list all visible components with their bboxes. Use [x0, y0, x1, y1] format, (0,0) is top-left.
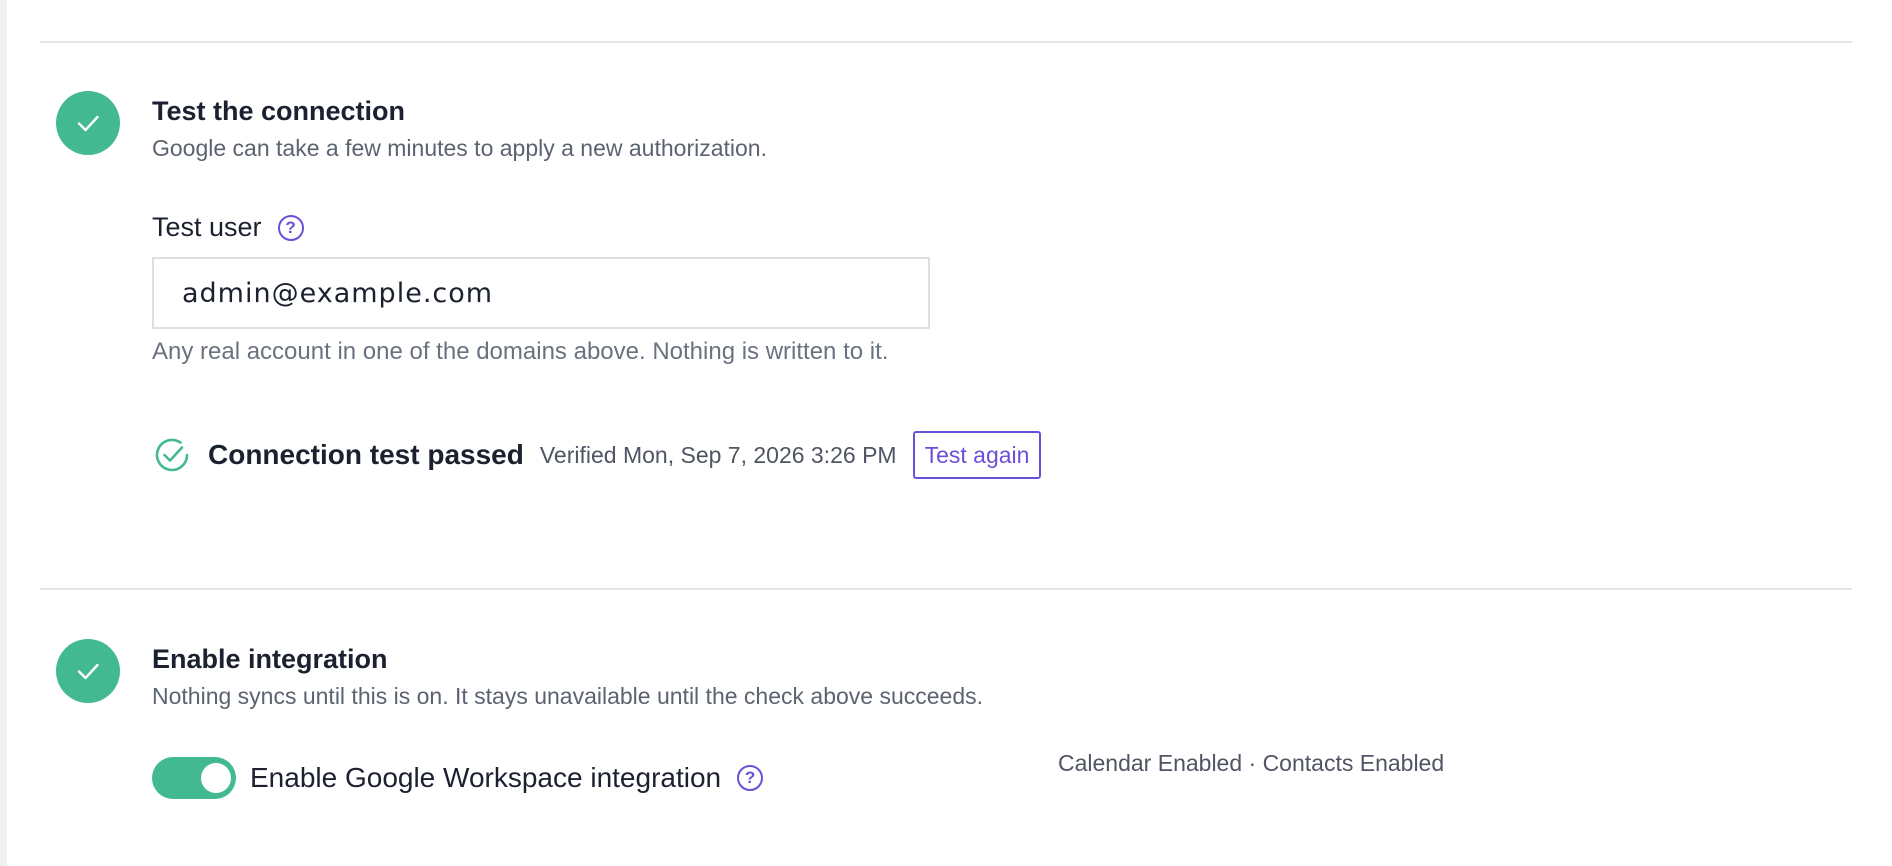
toggle-label: Enable Google Workspace integration: [250, 762, 722, 793]
test-user-hint: Any real account in one of the domains a…: [152, 338, 889, 365]
field-label-text: Test user: [152, 212, 262, 242]
section-divider: [40, 588, 1852, 590]
test-user-label: Test user ?: [152, 212, 304, 243]
section-divider: [40, 41, 1852, 43]
step-complete-badge: [56, 91, 120, 155]
step-complete-badge: [56, 639, 120, 703]
check-circle-icon: [155, 438, 189, 472]
toggle-knob: [201, 763, 231, 793]
integration-toggle-row: Enable Google Workspace integration ?: [152, 756, 764, 800]
check-icon: [77, 115, 99, 132]
question-circle-icon[interactable]: ?: [277, 214, 304, 241]
section-title: Test the connection: [152, 96, 406, 126]
result-title: Connection test passed: [208, 439, 524, 470]
section-title: Enable integration: [152, 644, 388, 674]
check-icon: [77, 663, 99, 680]
section-description: Google can take a few minutes to apply a…: [152, 135, 767, 161]
question-circle-icon[interactable]: ?: [737, 765, 764, 791]
test-user-input[interactable]: [152, 257, 930, 329]
connection-test-result: Connection test passed Verified Mon, Sep…: [152, 430, 1042, 480]
section-description: Nothing syncs until this is on. It stays…: [152, 683, 984, 709]
left-rail: [0, 0, 7, 866]
test-again-button[interactable]: Test again: [912, 431, 1042, 479]
verified-timestamp: Verified Mon, Sep 7, 2026 3:26 PM: [539, 441, 897, 468]
integration-toggle-switch[interactable]: [152, 757, 236, 799]
services-status: Calendar Enabled · Contacts Enabled: [1058, 750, 1445, 776]
